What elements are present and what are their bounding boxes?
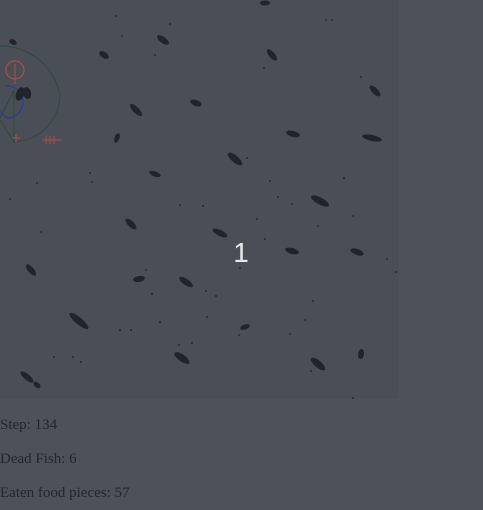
food-pellet (90, 180, 94, 184)
eaten-food-counter: Eaten food pieces: 57 (0, 485, 130, 501)
food-pellet (330, 18, 334, 22)
stats-panel: Step: 134 Dead Fish: 6 Eaten food pieces… (0, 408, 483, 510)
food-pellet (150, 292, 154, 296)
food-pellet (118, 328, 122, 332)
food-pellet (71, 355, 75, 359)
food-pellet (35, 181, 39, 185)
food-pellet (311, 299, 315, 303)
food-pellet (290, 202, 294, 206)
food-pellet (52, 355, 56, 359)
food-pellet (245, 156, 249, 160)
food-pellet (153, 53, 157, 57)
food-pellet (158, 320, 162, 324)
food-pellet (351, 396, 355, 399)
food-pellet (129, 328, 133, 332)
food-pellet (205, 315, 209, 319)
food-pellet (237, 333, 241, 337)
food-pellet (177, 343, 181, 347)
dead-fish-counter: Dead Fish: 6 (0, 451, 77, 467)
food-pellet (39, 230, 43, 234)
food-pellet (178, 203, 182, 207)
food-pellet (144, 268, 148, 272)
food-pellet (394, 270, 398, 274)
food-pellet (114, 14, 118, 18)
food-pellet (288, 332, 292, 336)
simulation-svg: 1 (0, 0, 399, 399)
food-pellet (303, 318, 307, 322)
food-pellet (255, 217, 259, 221)
food-pellet (88, 171, 92, 175)
canvas-background (0, 0, 399, 399)
food-pellet (262, 66, 266, 70)
food-pellet (342, 176, 346, 180)
center-label: 1 (233, 237, 249, 268)
food-pellet (324, 18, 328, 22)
food-pellet (385, 257, 389, 261)
food-pellet (201, 204, 205, 208)
step-counter: Step: 134 (0, 417, 58, 433)
food-pellet (309, 369, 313, 373)
food-pellet (268, 179, 272, 183)
food-pellet (276, 195, 280, 199)
food-pellet (351, 214, 355, 218)
simulation-canvas: 1 (0, 0, 399, 399)
food-pellet (316, 224, 320, 228)
fish (260, 0, 270, 6)
food-pellet (8, 197, 12, 201)
food-pellet (190, 341, 194, 345)
food-pellet (79, 360, 83, 364)
food-pellet (359, 75, 363, 79)
food-pellet (214, 294, 218, 298)
food-pellet (204, 289, 208, 293)
food-pellet (263, 237, 267, 241)
food-pellet (120, 34, 124, 38)
food-pellet (168, 22, 172, 26)
